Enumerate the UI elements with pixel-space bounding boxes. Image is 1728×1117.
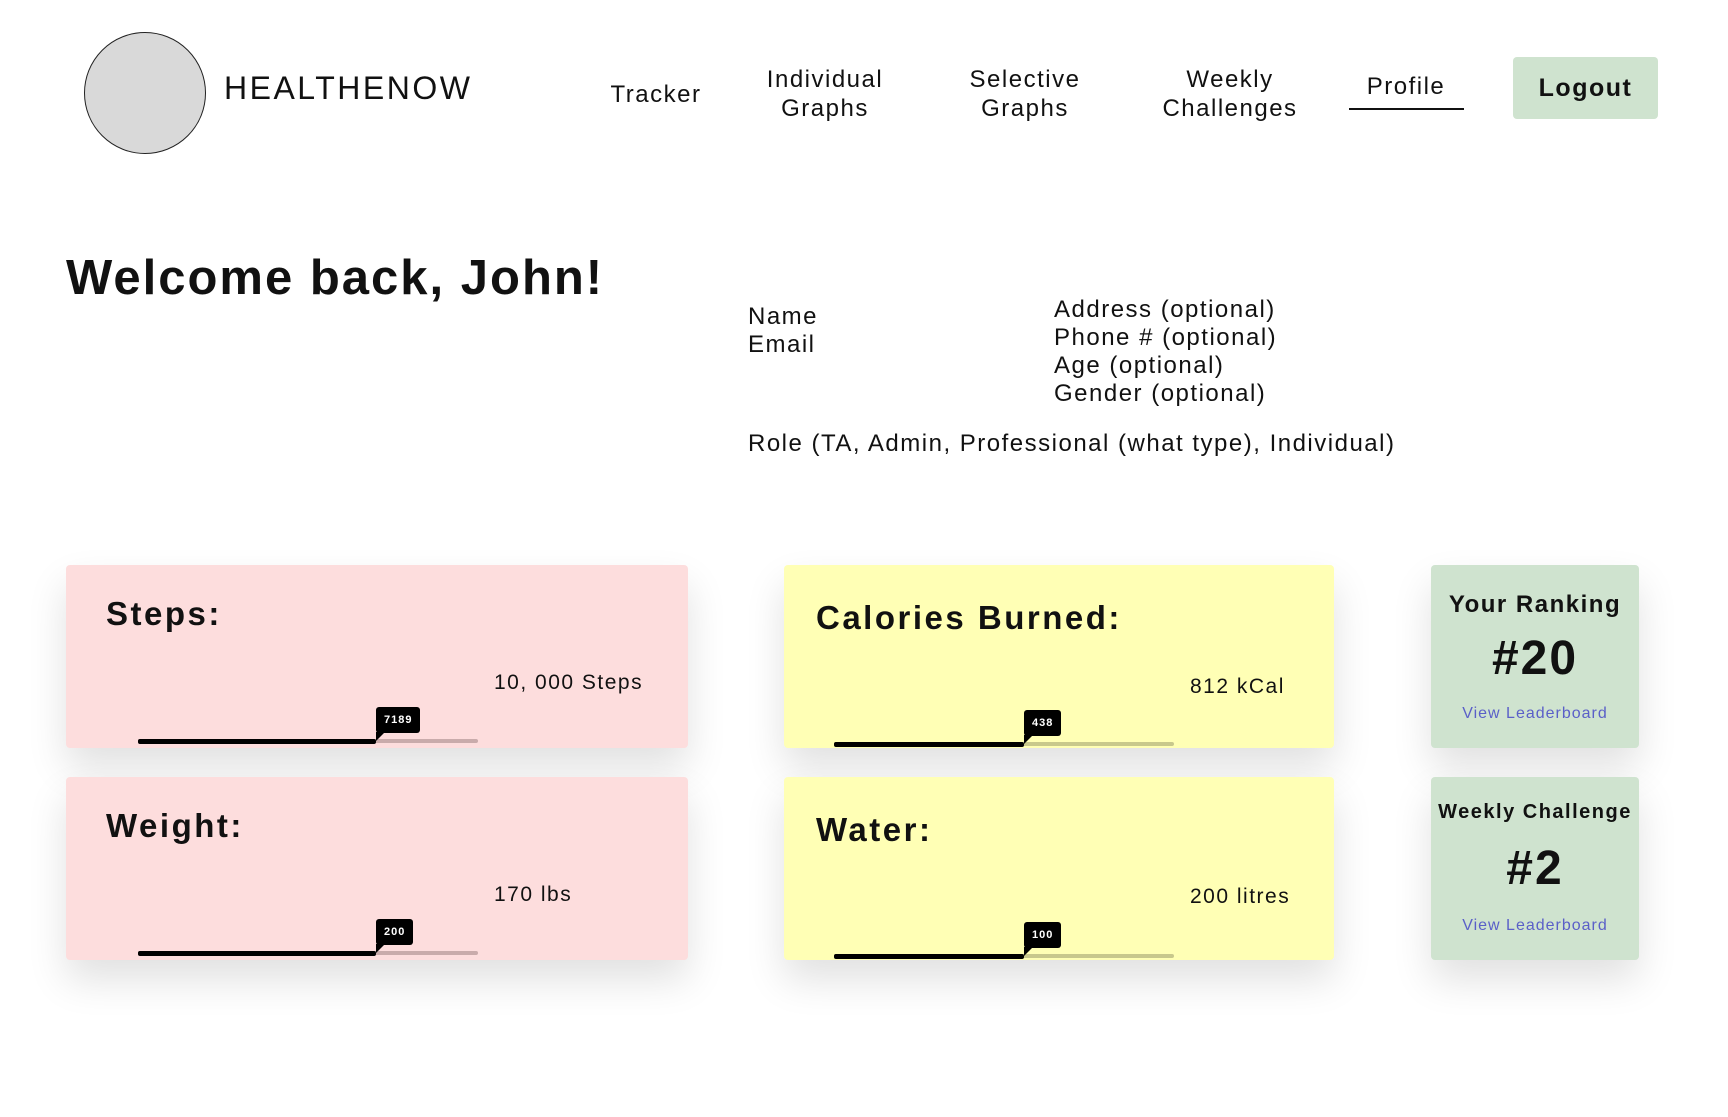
- nav-individual-graphs[interactable]: Individual Graphs: [750, 65, 900, 123]
- weekly-challenge-title: Weekly Challenge: [1438, 801, 1632, 823]
- weight-goal: 170 lbs: [494, 883, 573, 906]
- steps-goal: 10, 000 Steps: [494, 671, 644, 694]
- weekly-challenge-value: #2: [1506, 842, 1564, 895]
- nav-tracker-label: Tracker: [610, 81, 702, 108]
- dashboard-page: HEALTHENOW Tracker Individual Graphs Sel…: [0, 0, 1728, 1117]
- ranking-value: #20: [1491, 632, 1579, 685]
- profile-email-field: Email: [748, 331, 816, 358]
- weekly-challenge-leaderboard-link[interactable]: View Leaderboard: [1431, 917, 1639, 935]
- weight-slider[interactable]: 200: [138, 909, 478, 959]
- nav-selective-label-line1: Selective: [969, 66, 1081, 93]
- water-slider-fill: [834, 954, 1024, 959]
- profile-info-optional: Address (optional) Phone # (optional) Ag…: [1054, 296, 1277, 408]
- ranking-card: Your Ranking #20 View Leaderboard: [1431, 565, 1639, 748]
- nav-individual-label-line2: Graphs: [781, 95, 869, 122]
- weekly-challenge-card: Weekly Challenge #2 View Leaderboard: [1431, 777, 1639, 960]
- calories-goal: 812 kCal: [1190, 675, 1285, 698]
- steps-slider-thumb[interactable]: 7189: [376, 707, 421, 741]
- profile-gender-field: Gender (optional): [1054, 380, 1267, 407]
- page-title: Welcome back, John!: [66, 251, 605, 305]
- calories-title: Calories Burned:: [816, 599, 1122, 636]
- steps-slider-fill: [138, 739, 376, 744]
- calories-slider[interactable]: 438: [834, 700, 1174, 750]
- steps-title: Steps:: [106, 595, 222, 632]
- active-nav-underline: [1349, 108, 1464, 110]
- profile-phone-field: Phone # (optional): [1054, 324, 1278, 351]
- water-title: Water:: [816, 811, 933, 848]
- calories-slider-fill: [834, 742, 1024, 747]
- water-slider-thumb[interactable]: 100: [1024, 922, 1062, 956]
- water-card: Water: 100 200 litres: [784, 777, 1334, 960]
- weight-slider-fill: [138, 951, 376, 956]
- nav-weekly-challenges[interactable]: Weekly Challenges: [1150, 65, 1310, 123]
- nav-tracker[interactable]: Tracker: [596, 80, 716, 109]
- nav-profile[interactable]: Profile: [1346, 72, 1466, 101]
- calories-card: Calories Burned: 438 812 kCal: [784, 565, 1334, 748]
- profile-age-field: Age (optional): [1054, 352, 1225, 379]
- nav-profile-label: Profile: [1366, 73, 1446, 100]
- profile-role-field: Role (TA, Admin, Professional (what type…: [748, 430, 1396, 457]
- profile-name-field: Name: [748, 303, 819, 330]
- ranking-leaderboard-link[interactable]: View Leaderboard: [1431, 705, 1639, 723]
- weight-title: Weight:: [106, 807, 244, 844]
- nav-selective-label-line2: Graphs: [981, 95, 1069, 122]
- logo-avatar: [84, 32, 206, 154]
- water-goal: 200 litres: [1190, 885, 1291, 908]
- logout-button[interactable]: Logout: [1513, 57, 1658, 119]
- water-slider[interactable]: 100: [834, 912, 1174, 962]
- calories-slider-thumb[interactable]: 438: [1024, 710, 1062, 744]
- profile-info-basic: Name Email: [748, 303, 818, 359]
- nav-selective-graphs[interactable]: Selective Graphs: [950, 65, 1100, 123]
- profile-address-field: Address (optional): [1054, 296, 1276, 323]
- nav-individual-label-line1: Individual: [766, 66, 884, 93]
- weight-card: Weight: 200 170 lbs: [66, 777, 688, 960]
- nav-weekly-label-line2: Challenges: [1162, 95, 1298, 122]
- weight-slider-thumb[interactable]: 200: [376, 919, 414, 953]
- steps-slider[interactable]: 7189: [138, 697, 478, 747]
- nav-weekly-label-line1: Weekly: [1186, 66, 1274, 93]
- ranking-title: Your Ranking: [1448, 591, 1622, 618]
- steps-card: Steps: 7189 10, 000 Steps: [66, 565, 688, 748]
- brand-name: HEALTHENOW: [224, 70, 473, 106]
